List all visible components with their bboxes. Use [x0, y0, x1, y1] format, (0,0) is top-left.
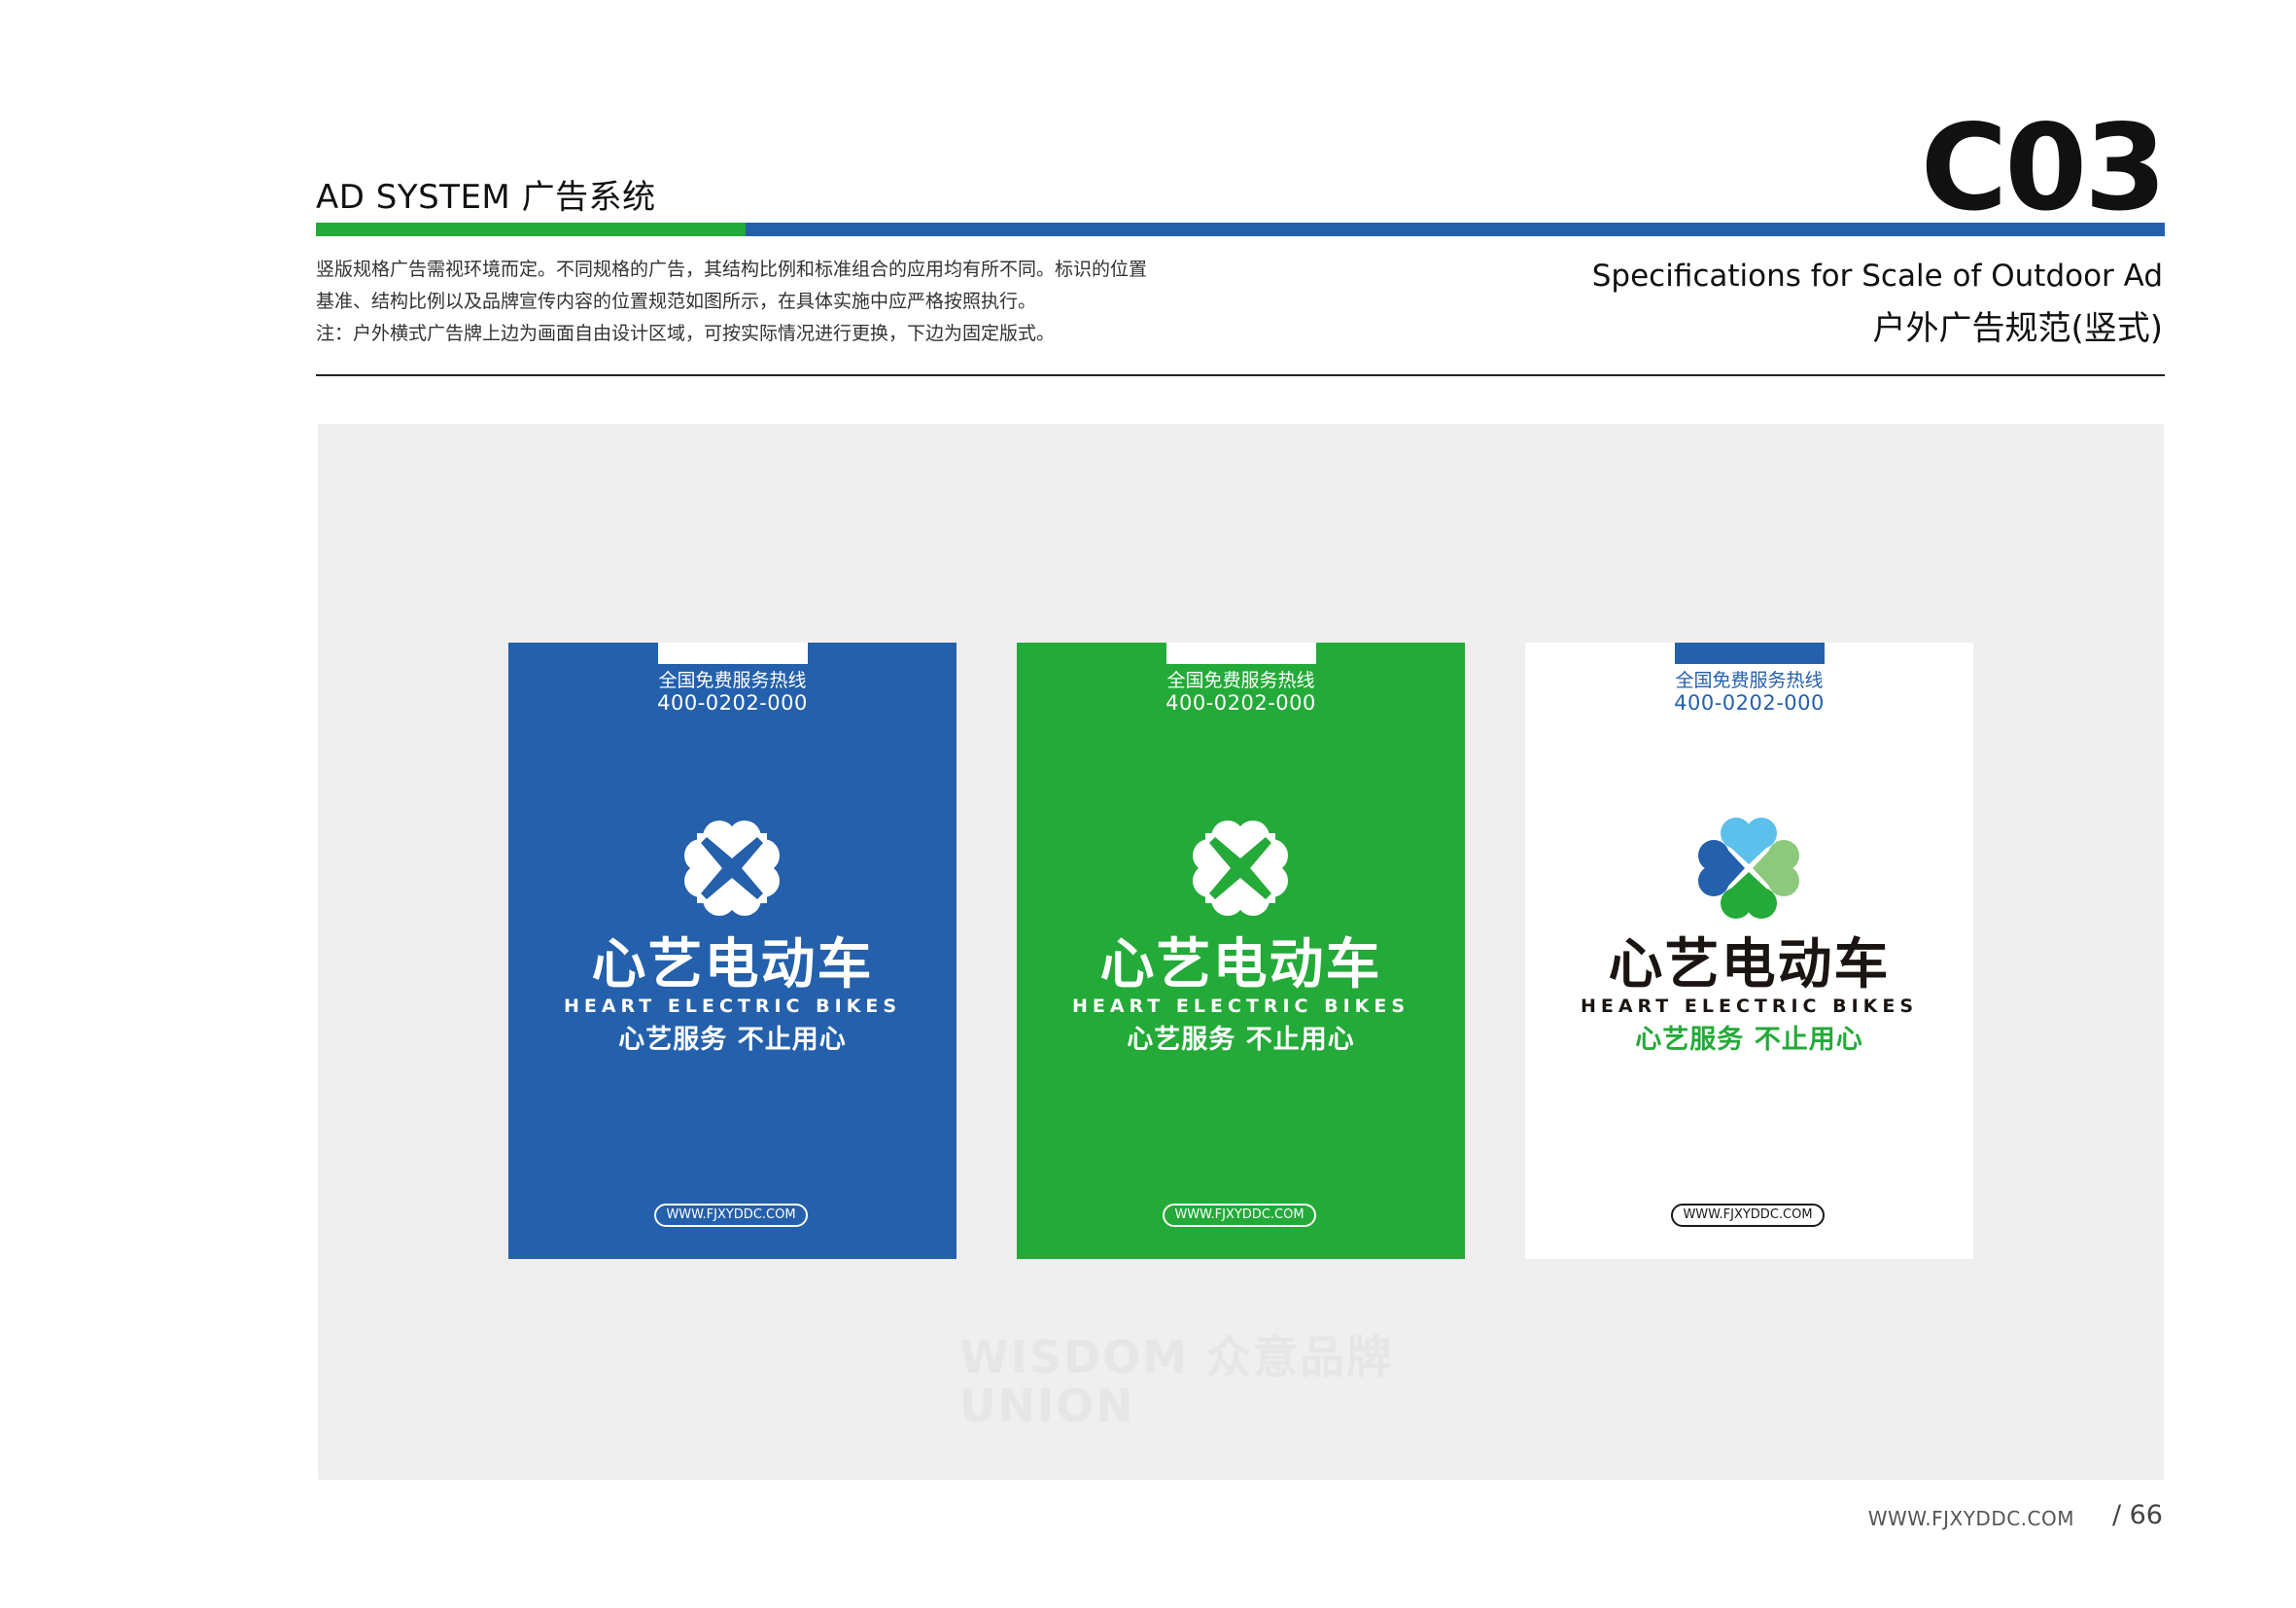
brand-name-cn: 心艺电动车	[591, 933, 874, 996]
brand-name-en: HEART ELECTRIC BIKES	[563, 996, 902, 1017]
description-line: 竖版规格广告需视环境而定。不同规格的广告，其结构比例和标准组合的应用均有所不同。…	[316, 259, 1148, 280]
brand-name-cn: 心艺电动车	[1099, 933, 1382, 996]
description: 竖版规格广告需视环境而定。不同规格的广告，其结构比例和标准组合的应用均有所不同。…	[316, 254, 1269, 350]
website-pill: WWW.FJXYDDC.COM	[1671, 1204, 1825, 1227]
accent-bar-blue	[746, 223, 2165, 236]
clover-x-color-icon	[1698, 818, 1799, 919]
watermark-line: WISDOM 众意品牌	[959, 1331, 1394, 1383]
footer-url: WWW.FJXYDDC.COM	[1867, 1507, 2074, 1530]
description-line: 基准、结构比例以及品牌宣传内容的位置规范如图所示，在具体实施中应严格按照执行。	[316, 291, 1037, 312]
page-number: / 66	[2111, 1500, 2163, 1530]
brand-slogan: 心艺服务 不止用心	[1127, 1025, 1355, 1055]
panel-top-tab	[658, 643, 808, 664]
website-pill: WWW.FJXYDDC.COM	[1163, 1204, 1316, 1227]
brand-name-en: HEART ELECTRIC BIKES	[1580, 996, 1919, 1017]
section-title: AD SYSTEM 广告系统	[316, 178, 656, 217]
ad-panel-white: 全国免费服务热线 400-0202-000 心艺电动车 HEART ELECTR…	[1525, 643, 1973, 1259]
section-code: C03	[1920, 99, 2167, 237]
brand-name-cn: 心艺电动车	[1608, 933, 1891, 996]
watermark: WISDOM 众意品牌 UNION	[959, 1333, 1393, 1430]
watermark-line: UNION	[959, 1380, 1135, 1432]
spec-title-en: Specifications for Scale of Outdoor Ad	[1591, 259, 2163, 294]
brand-slogan: 心艺服务 不止用心	[618, 1025, 847, 1055]
spec-title-cn: 户外广告规范(竖式)	[1872, 309, 2163, 348]
description-line: 注：户外横式广告牌上边为画面自由设计区域，可按实际情况进行更换，下边为固定版式。	[316, 323, 1056, 344]
hotline-label: 全国免费服务热线	[1675, 670, 1824, 691]
ad-panel-blue: 全国免费服务热线 400-0202-000 心艺电动车 HEART ELECTR…	[508, 643, 957, 1259]
website-pill: WWW.FJXYDDC.COM	[654, 1204, 808, 1227]
panel-top-tab	[1675, 643, 1825, 664]
accent-bar-green	[316, 223, 746, 236]
hotline-number: 400-0202-000	[1674, 691, 1825, 715]
brand-slogan: 心艺服务 不止用心	[1635, 1025, 1863, 1055]
hotline-label: 全国免费服务热线	[658, 670, 807, 691]
panel-top-tab	[1166, 643, 1316, 664]
clover-x-icon	[1193, 821, 1288, 916]
hotline-number: 400-0202-000	[1165, 691, 1316, 715]
hotline-label: 全国免费服务热线	[1166, 670, 1315, 691]
clover-x-icon	[684, 821, 780, 916]
ad-panel-green: 全国免费服务热线 400-0202-000 心艺电动车 HEART ELECTR…	[1017, 643, 1465, 1259]
header-divider	[316, 374, 2165, 376]
brand-name-en: HEART ELECTRIC BIKES	[1071, 996, 1410, 1017]
mockup-stage: 全国免费服务热线 400-0202-000 心艺电动车 HEART ELECTR…	[318, 424, 2164, 1480]
hotline-number: 400-0202-000	[657, 691, 808, 715]
